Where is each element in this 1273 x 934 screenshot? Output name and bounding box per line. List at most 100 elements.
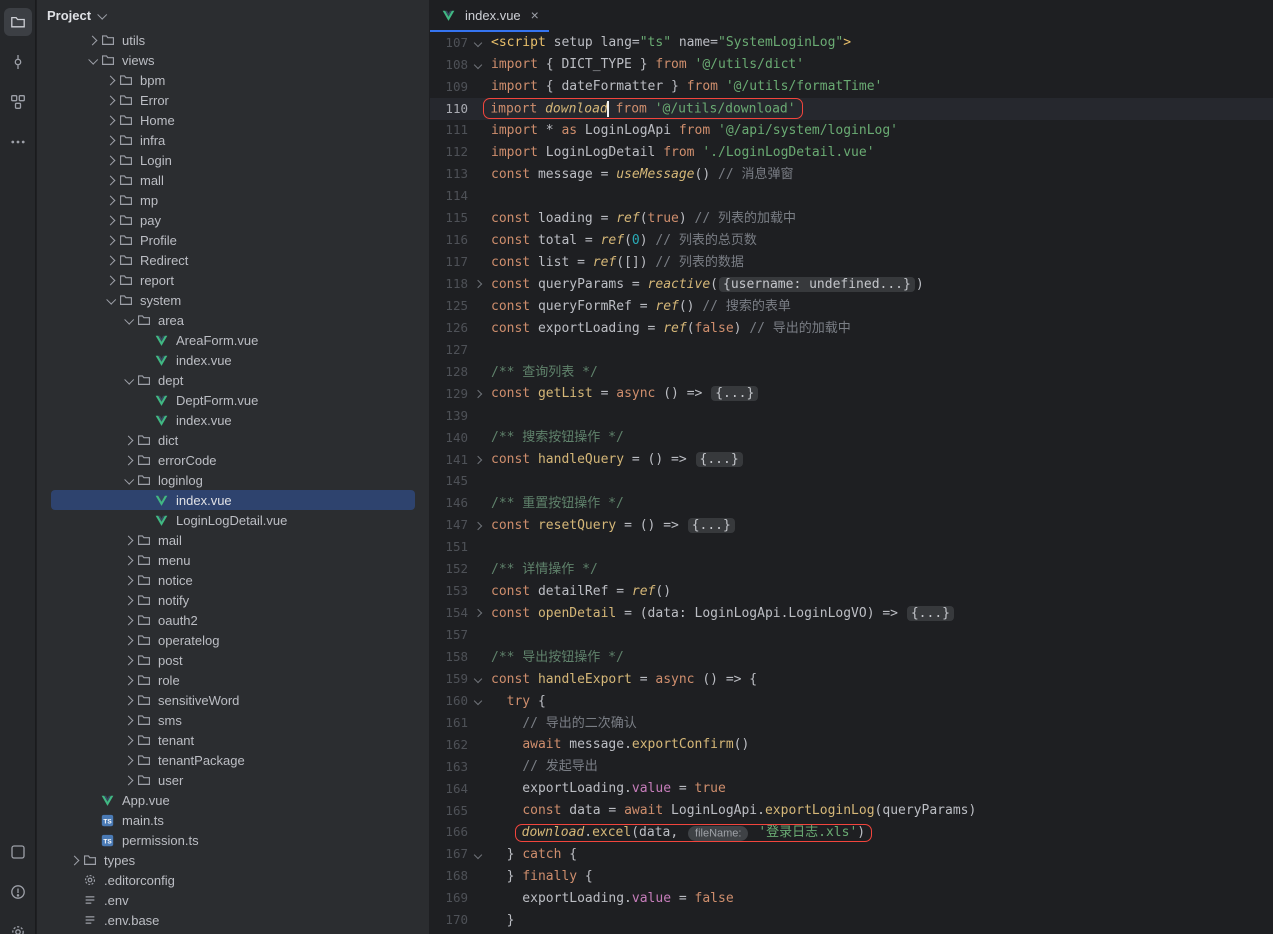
tree-item-user[interactable]: user	[37, 770, 429, 790]
line-number[interactable]: 169	[430, 892, 468, 905]
fold-right-icon[interactable]	[468, 281, 488, 287]
tree-item-role[interactable]: role	[37, 670, 429, 690]
line-number[interactable]: 140	[430, 432, 468, 445]
line-number[interactable]: 160	[430, 695, 468, 708]
chevron-right-icon[interactable]	[119, 550, 137, 570]
line-number[interactable]: 114	[430, 190, 468, 203]
line-number[interactable]: 146	[430, 497, 468, 510]
chevron-right-icon[interactable]	[119, 570, 137, 590]
code-line-164[interactable]: 164 exportLoading.value = true	[430, 778, 1273, 800]
tree-item-loginlogdetail-vue[interactable]: LoginLogDetail.vue	[37, 510, 429, 530]
fold-right-icon[interactable]	[468, 391, 488, 397]
chevron-right-icon[interactable]	[119, 730, 137, 750]
project-panel-header[interactable]: Project	[37, 0, 429, 30]
fold-right-icon[interactable]	[468, 457, 488, 463]
tree-item-app-vue[interactable]: App.vue	[37, 790, 429, 810]
tree-item-views[interactable]: views	[37, 50, 429, 70]
fold-down-icon[interactable]	[468, 698, 488, 704]
code-line-157[interactable]: 157	[430, 624, 1273, 646]
line-number[interactable]: 125	[430, 300, 468, 313]
code-line-162[interactable]: 162 await message.exportConfirm()	[430, 734, 1273, 756]
code-line-127[interactable]: 127	[430, 339, 1273, 361]
tree-item-tenant[interactable]: tenant	[37, 730, 429, 750]
fold-right-icon[interactable]	[468, 523, 488, 529]
chevron-right-icon[interactable]	[119, 710, 137, 730]
tree-item-error[interactable]: Error	[37, 90, 429, 110]
chevron-down-icon[interactable]	[119, 470, 137, 490]
line-number[interactable]: 161	[430, 717, 468, 730]
line-number[interactable]: 154	[430, 607, 468, 620]
line-number[interactable]: 163	[430, 761, 468, 774]
chevron-right-icon[interactable]	[101, 190, 119, 210]
tree-item-post[interactable]: post	[37, 650, 429, 670]
tree-item-index-vue[interactable]: index.vue	[37, 490, 429, 510]
chevron-right-icon[interactable]	[101, 250, 119, 270]
code-line-110[interactable]: 110import download from '@/utils/downloa…	[430, 98, 1273, 120]
code-line-161[interactable]: 161 // 导出的二次确认	[430, 712, 1273, 734]
code-line-114[interactable]: 114	[430, 186, 1273, 208]
code-line-170[interactable]: 170 }	[430, 910, 1273, 932]
line-number[interactable]: 147	[430, 519, 468, 532]
chevron-down-icon[interactable]	[83, 50, 101, 70]
code-line-165[interactable]: 165 const data = await LoginLogApi.expor…	[430, 800, 1273, 822]
tree-item-tenantpackage[interactable]: tenantPackage	[37, 750, 429, 770]
chevron-right-icon[interactable]	[65, 850, 83, 870]
folded-code[interactable]: {...}	[688, 518, 735, 533]
line-number[interactable]: 159	[430, 673, 468, 686]
code-line-117[interactable]: 117const list = ref([]) // 列表的数据	[430, 251, 1273, 273]
line-number[interactable]: 141	[430, 454, 468, 467]
chevron-right-icon[interactable]	[119, 610, 137, 630]
tree-item-loginlog[interactable]: loginlog	[37, 470, 429, 490]
chevron-right-icon[interactable]	[119, 750, 137, 770]
tree-item--editorconfig[interactable]: .editorconfig	[37, 870, 429, 890]
chevron-right-icon[interactable]	[101, 90, 119, 110]
tree-item-main-ts[interactable]: TSmain.ts	[37, 810, 429, 830]
line-number[interactable]: 157	[430, 629, 468, 642]
tree-item-mall[interactable]: mall	[37, 170, 429, 190]
tab-close-icon[interactable]: ×	[531, 8, 539, 22]
code-line-160[interactable]: 160 try {	[430, 690, 1273, 712]
chevron-down-icon[interactable]	[97, 9, 107, 19]
terminal-button[interactable]	[4, 838, 32, 866]
line-number[interactable]: 116	[430, 234, 468, 247]
chevron-right-icon[interactable]	[119, 590, 137, 610]
commit-button[interactable]	[4, 48, 32, 76]
chevron-right-icon[interactable]	[119, 690, 137, 710]
code-line-115[interactable]: 115const loading = ref(true) // 列表的加载中	[430, 208, 1273, 230]
fold-down-icon[interactable]	[468, 62, 488, 68]
chevron-right-icon[interactable]	[119, 770, 137, 790]
tree-item-infra[interactable]: infra	[37, 130, 429, 150]
code-line-152[interactable]: 152/** 详情操作 */	[430, 559, 1273, 581]
line-number[interactable]: 139	[430, 410, 468, 423]
tree-item-errorcode[interactable]: errorCode	[37, 450, 429, 470]
code-line-166[interactable]: 166 download.excel(data, fileName: '登录日志…	[430, 822, 1273, 844]
code-line-125[interactable]: 125const queryFormRef = ref() // 搜索的表单	[430, 295, 1273, 317]
chevron-right-icon[interactable]	[101, 170, 119, 190]
code-line-147[interactable]: 147const resetQuery = () => {...}	[430, 515, 1273, 537]
line-number[interactable]: 153	[430, 585, 468, 598]
code-line-126[interactable]: 126const exportLoading = ref(false) // 导…	[430, 317, 1273, 339]
line-number[interactable]: 127	[430, 344, 468, 357]
line-number[interactable]: 115	[430, 212, 468, 225]
chevron-down-icon[interactable]	[119, 310, 137, 330]
tree-item-dict[interactable]: dict	[37, 430, 429, 450]
chevron-right-icon[interactable]	[101, 110, 119, 130]
code-line-153[interactable]: 153const detailRef = ref()	[430, 580, 1273, 602]
tree-item-menu[interactable]: menu	[37, 550, 429, 570]
tree-item-bpm[interactable]: bpm	[37, 70, 429, 90]
tree-item-profile[interactable]: Profile	[37, 230, 429, 250]
code-line-163[interactable]: 163 // 发起导出	[430, 756, 1273, 778]
tree-item--env[interactable]: .env	[37, 890, 429, 910]
code-line-109[interactable]: 109import { dateFormatter } from '@/util…	[430, 76, 1273, 98]
code-line-113[interactable]: 113const message = useMessage() // 消息弹窗	[430, 164, 1273, 186]
code-line-151[interactable]: 151	[430, 537, 1273, 559]
line-number[interactable]: 110	[430, 103, 468, 116]
line-number[interactable]: 129	[430, 388, 468, 401]
tree-item-index-vue[interactable]: index.vue	[37, 410, 429, 430]
tree-item-home[interactable]: Home	[37, 110, 429, 130]
code-line-129[interactable]: 129const getList = async () => {...}	[430, 383, 1273, 405]
code-line-158[interactable]: 158/** 导出按钮操作 */	[430, 646, 1273, 668]
tree-item-mp[interactable]: mp	[37, 190, 429, 210]
line-number[interactable]: 108	[430, 59, 468, 72]
tree-item-sms[interactable]: sms	[37, 710, 429, 730]
